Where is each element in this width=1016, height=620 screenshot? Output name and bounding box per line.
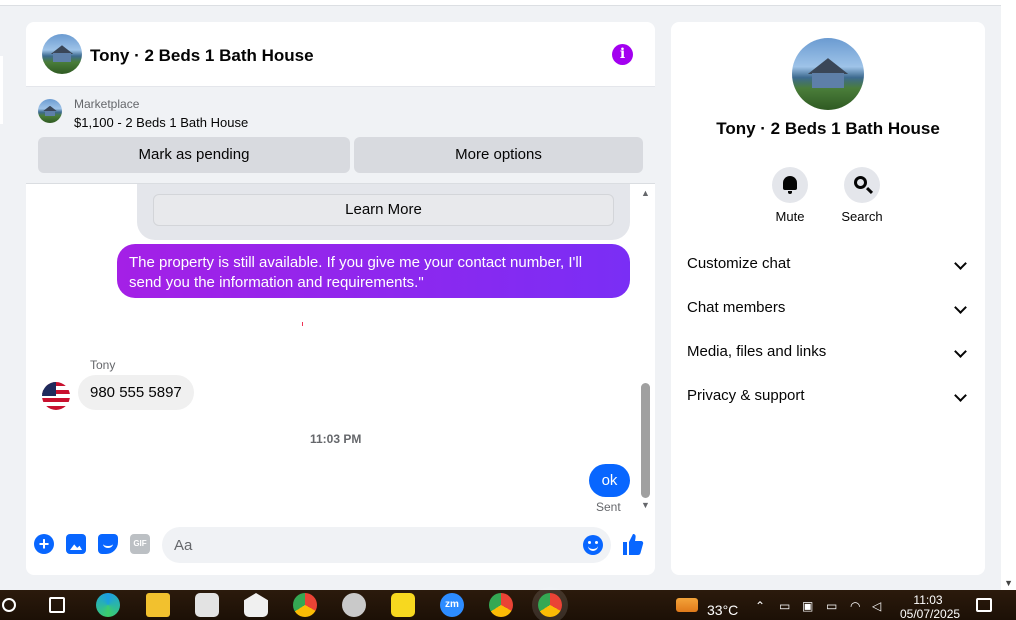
chevron-down-icon bbox=[954, 301, 967, 314]
message-input[interactable] bbox=[162, 527, 611, 563]
marketplace-banner: Marketplace $1,100 - 2 Beds 1 Bath House… bbox=[26, 87, 655, 184]
plus-icon[interactable]: + bbox=[34, 534, 54, 554]
chrome-active-icon[interactable] bbox=[538, 593, 562, 617]
section-media-files-links[interactable]: Media, files and links bbox=[687, 334, 969, 370]
more-options-button[interactable]: More options bbox=[354, 137, 643, 173]
chevron-down-icon bbox=[954, 345, 967, 358]
scroll-down-arrow-icon[interactable]: ▼ bbox=[1004, 578, 1013, 588]
sender-avatar[interactable] bbox=[42, 382, 70, 410]
chevron-down-icon bbox=[954, 257, 967, 270]
mail-icon[interactable] bbox=[244, 593, 268, 617]
mute-label: Mute bbox=[775, 209, 805, 224]
section-label: Chat members bbox=[687, 299, 786, 316]
chrome-profile-icon[interactable] bbox=[489, 593, 513, 617]
read-indicator bbox=[302, 322, 303, 326]
chat-title[interactable]: Tony · 2 Beds 1 Bath House bbox=[90, 46, 314, 66]
scroll-up-arrow-icon[interactable]: ▲ bbox=[641, 188, 650, 198]
message-composer: + GIF bbox=[26, 522, 655, 572]
page-scrollbar[interactable]: ▼ bbox=[1001, 0, 1016, 590]
edge-browser-icon[interactable] bbox=[96, 593, 120, 617]
incoming-message[interactable]: 980 555 5897 bbox=[78, 375, 194, 410]
taskbar: zm 33°C ⌃ ▭ ▣ ▭ ◠ ◁ 11:03 05/07/2025 bbox=[0, 590, 1016, 620]
chat-panel: Tony · 2 Beds 1 Bath House i Marketplace… bbox=[26, 22, 655, 575]
chat-scrollbar[interactable]: ▲ ▼ bbox=[639, 184, 653, 514]
chevron-down-icon bbox=[954, 389, 967, 402]
wifi-icon[interactable]: ◠ bbox=[850, 599, 860, 613]
meet-now-icon[interactable]: ▭ bbox=[779, 599, 790, 613]
clock-date: 05/07/2025 bbox=[900, 607, 961, 620]
outgoing-message[interactable]: ok bbox=[589, 464, 630, 497]
section-label: Media, files and links bbox=[687, 343, 827, 360]
learn-more-button[interactable]: Learn More bbox=[153, 194, 614, 226]
section-label: Privacy & support bbox=[687, 387, 805, 404]
mark-as-pending-button[interactable]: Mark as pending bbox=[38, 137, 350, 173]
clock-time: 11:03 bbox=[913, 593, 943, 607]
emoji-icon[interactable] bbox=[583, 535, 603, 555]
paint-icon[interactable] bbox=[342, 593, 366, 617]
chevron-up-icon[interactable]: ⌃ bbox=[755, 599, 765, 613]
bell-icon bbox=[783, 176, 797, 194]
outgoing-message[interactable]: The property is still available. If you … bbox=[117, 244, 630, 298]
section-chat-members[interactable]: Chat members bbox=[687, 290, 969, 326]
start-button-icon[interactable] bbox=[2, 598, 16, 612]
marketplace-label: Marketplace bbox=[74, 97, 140, 111]
volume-icon[interactable]: ◁ bbox=[872, 599, 881, 613]
device-icon[interactable]: ▣ bbox=[802, 599, 813, 613]
chat-header: Tony · 2 Beds 1 Bath House i bbox=[26, 22, 655, 87]
scroll-down-arrow-icon[interactable]: ▼ bbox=[641, 500, 650, 510]
chat-details-panel: Tony · 2 Beds 1 Bath House Mute Search C… bbox=[671, 22, 985, 575]
battery-icon[interactable]: ▭ bbox=[826, 599, 837, 613]
chat-avatar[interactable] bbox=[42, 34, 82, 74]
details-title: Tony · 2 Beds 1 Bath House bbox=[716, 119, 940, 138]
mute-button[interactable]: Mute bbox=[762, 167, 818, 224]
weather-icon[interactable] bbox=[676, 598, 698, 612]
thumbs-up-icon[interactable] bbox=[622, 532, 644, 556]
details-avatar[interactable] bbox=[792, 38, 864, 110]
store-icon[interactable] bbox=[195, 593, 219, 617]
search-icon bbox=[854, 176, 867, 189]
search-button[interactable]: Search bbox=[834, 167, 890, 224]
listing-thumbnail[interactable] bbox=[38, 99, 62, 123]
clock[interactable]: 11:03 05/07/2025 bbox=[900, 593, 961, 620]
temperature[interactable]: 33°C bbox=[707, 602, 738, 618]
task-view-icon[interactable] bbox=[49, 597, 65, 613]
sticky-notes-icon[interactable] bbox=[391, 593, 415, 617]
scrollbar-thumb[interactable] bbox=[641, 383, 650, 498]
chrome-icon[interactable] bbox=[293, 593, 317, 617]
info-icon[interactable]: i bbox=[612, 44, 633, 65]
top-strip bbox=[0, 0, 1001, 6]
photo-icon[interactable] bbox=[66, 534, 86, 554]
section-label: Customize chat bbox=[687, 255, 791, 272]
notifications-icon[interactable] bbox=[976, 598, 992, 612]
sticker-icon[interactable] bbox=[98, 534, 118, 554]
section-privacy-support[interactable]: Privacy & support bbox=[687, 378, 969, 414]
zoom-icon[interactable]: zm bbox=[440, 593, 464, 617]
gif-icon[interactable]: GIF bbox=[130, 534, 150, 554]
message-timestamp: 11:03 PM bbox=[310, 432, 362, 446]
listing-title[interactable]: $1,100 - 2 Beds 1 Bath House bbox=[74, 115, 248, 130]
left-edge bbox=[0, 56, 3, 124]
message-status: Sent bbox=[596, 500, 621, 514]
file-explorer-icon[interactable] bbox=[146, 593, 170, 617]
search-label: Search bbox=[841, 209, 883, 224]
sender-name: Tony bbox=[90, 358, 116, 372]
section-customize-chat[interactable]: Customize chat bbox=[687, 246, 969, 282]
